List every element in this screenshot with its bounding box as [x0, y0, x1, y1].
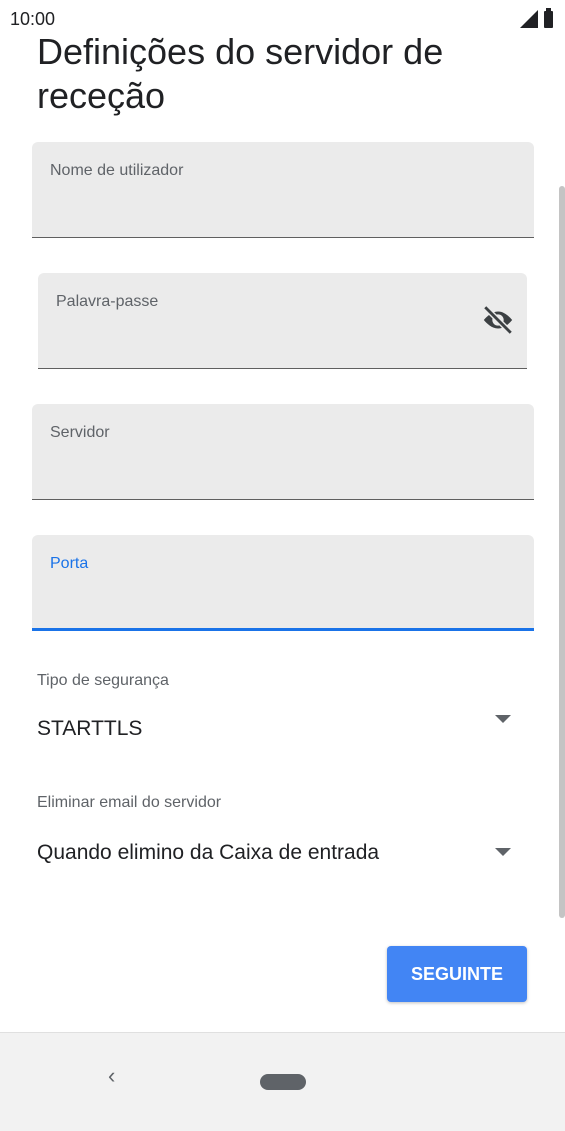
password-input[interactable] [56, 323, 467, 353]
visibility-off-icon[interactable] [481, 303, 515, 337]
delete-email-select[interactable]: Quando elimino da Caixa de entrada [32, 826, 534, 882]
server-input[interactable] [50, 454, 516, 484]
port-label: Porta [50, 555, 89, 572]
back-icon[interactable]: ‹ [108, 1063, 115, 1089]
scrollbar[interactable] [559, 186, 565, 918]
username-label: Nome de utilizador [50, 162, 184, 179]
signal-icon [520, 10, 538, 28]
security-type-select[interactable]: STARTTLS [32, 700, 534, 756]
dropdown-arrow-icon [495, 715, 511, 723]
username-field[interactable]: Nome de utilizador [32, 142, 534, 238]
port-input[interactable] [50, 585, 516, 615]
delete-email-value: Quando elimino da Caixa de entrada [37, 841, 380, 864]
security-type-label: Tipo de segurança [37, 672, 169, 689]
username-input[interactable] [50, 192, 516, 222]
home-icon[interactable] [260, 1074, 306, 1090]
dropdown-arrow-icon [495, 848, 511, 856]
password-field[interactable]: Palavra-passe [38, 273, 527, 369]
status-time: 10:00 [10, 9, 56, 29]
status-icons [520, 8, 553, 28]
next-button[interactable]: SEGUINTE [387, 946, 527, 1002]
server-label: Servidor [50, 424, 110, 441]
page-title: Definições do servidor de receção [37, 31, 444, 116]
server-field[interactable]: Servidor [32, 404, 534, 500]
delete-email-label: Eliminar email do servidor [37, 794, 222, 811]
battery-icon [544, 8, 553, 28]
password-label: Palavra-passe [56, 293, 159, 310]
navigation-bar: ‹ [0, 1032, 565, 1131]
security-type-value: STARTTLS [37, 717, 143, 740]
port-field[interactable]: Porta [32, 535, 534, 631]
